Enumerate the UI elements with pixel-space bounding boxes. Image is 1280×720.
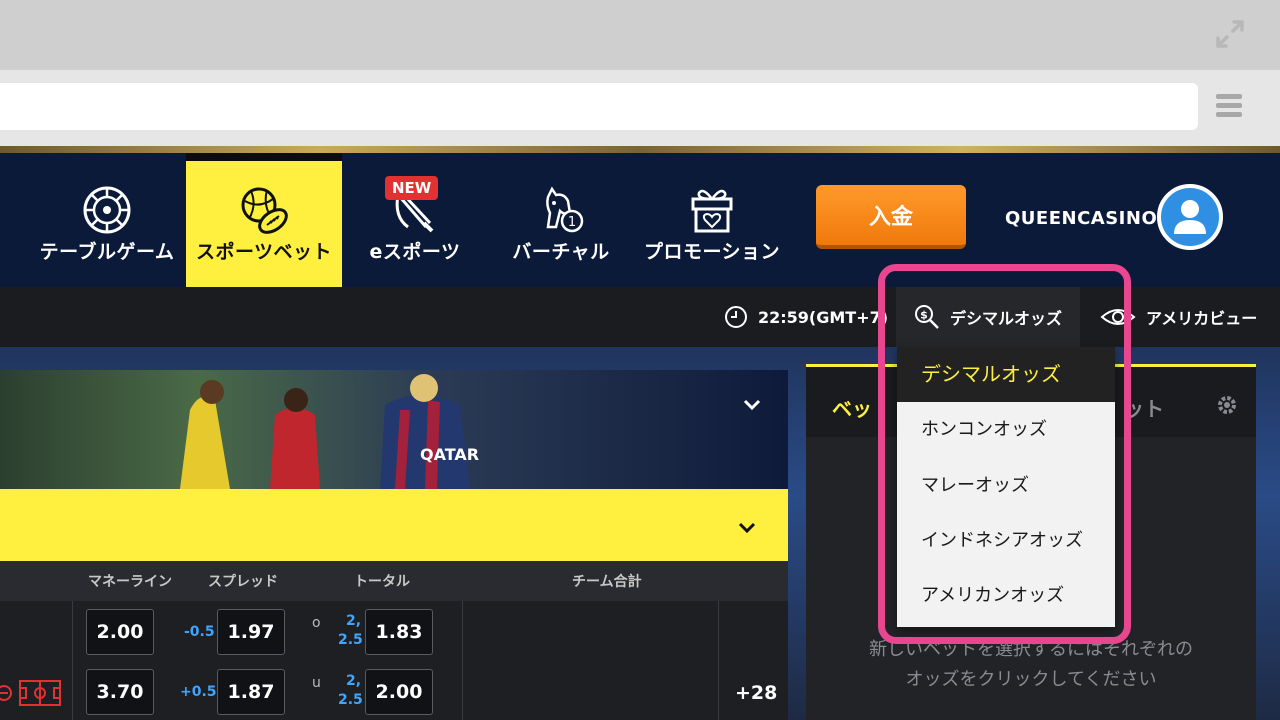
- chevron-down-icon[interactable]: [740, 393, 764, 417]
- view-label: アメリカビュー: [1146, 309, 1258, 328]
- deposit-button[interactable]: 入金: [816, 185, 966, 249]
- football-players-illustration: QATAR: [180, 374, 479, 489]
- browser-titlebar: [0, 0, 1280, 70]
- tab-my-bets[interactable]: ット: [1124, 393, 1164, 422]
- message-line: 新しいベットを選択するにはそれぞれの: [869, 639, 1193, 660]
- hamburger-menu-icon[interactable]: [1216, 94, 1242, 120]
- svg-text:QATAR: QATAR: [420, 445, 479, 464]
- roulette-icon: [83, 186, 131, 234]
- odds-format-dropdown: デシマルオッズ ホンコンオッズ マレーオッズ インドネシアオッズ アメリカンオッ…: [897, 347, 1115, 627]
- col-team-total: チーム合計: [572, 574, 642, 590]
- featured-banner[interactable]: QATAR: [0, 370, 788, 489]
- sports-balls-icon: [241, 187, 288, 234]
- nav-label: スポーツベット: [195, 241, 333, 263]
- avatar-icon[interactable]: [1157, 184, 1223, 250]
- nav-label: テーブルゲーム: [39, 241, 175, 263]
- league-header-bar[interactable]: [0, 489, 788, 561]
- svg-text:$: $: [920, 309, 928, 322]
- spread-odds-button[interactable]: 1.97: [217, 609, 285, 655]
- nav-label: eスポーツ: [369, 241, 461, 263]
- total-line: 2,: [346, 613, 362, 629]
- col-total: トータル: [354, 574, 410, 590]
- new-badge: NEW: [385, 176, 439, 200]
- nav-label: プロモーション: [643, 241, 781, 263]
- total-line: 2.5: [338, 632, 363, 648]
- odds-search-icon: $: [915, 305, 939, 329]
- nav-promotion[interactable]: プロモーション: [634, 153, 790, 287]
- total-line: 2,: [346, 673, 362, 689]
- header-gold-line: [0, 146, 1280, 153]
- eye-icon: [1100, 309, 1136, 325]
- horse-coin-icon: 1: [546, 186, 584, 233]
- under-label: u: [312, 675, 321, 691]
- odds-option-hongkong[interactable]: ホンコンオッズ: [897, 402, 1115, 457]
- spread-line: +0.5: [180, 684, 217, 700]
- expand-icon[interactable]: [1214, 18, 1246, 50]
- column-divider: [72, 601, 73, 720]
- nav-virtual[interactable]: 1 バーチャル: [488, 153, 634, 287]
- current-time: 22:59(GMT+7): [758, 307, 889, 327]
- sub-bar: 22:59(GMT+7) $ デシマルオッズ アメリカビュー: [0, 287, 1280, 347]
- chevron-down-icon[interactable]: [735, 516, 759, 540]
- nav-esports[interactable]: NEW eスポーツ: [342, 153, 488, 287]
- spread-line: -0.5: [184, 624, 215, 640]
- nav-label: バーチャル: [512, 241, 610, 263]
- message-line: オッズをクリックしてください: [905, 669, 1157, 690]
- clock-display: 22:59(GMT+7): [724, 287, 888, 347]
- nav-table-games[interactable]: テーブルゲーム: [28, 153, 186, 287]
- total-odds-button[interactable]: 2.00: [365, 669, 433, 715]
- clock-icon: [725, 306, 747, 328]
- total-odds-button[interactable]: 1.83: [365, 609, 433, 655]
- username[interactable]: QUEENCASINO: [1005, 208, 1157, 229]
- column-divider: [462, 601, 463, 720]
- view-selector[interactable]: アメリカビュー: [1100, 287, 1257, 347]
- moneyline-odds-button[interactable]: 3.70: [86, 669, 154, 715]
- nav-sports-bet[interactable]: スポーツベット: [186, 153, 342, 287]
- column-divider: [718, 601, 719, 720]
- betslip-empty-message: 新しいベットを選択するにはそれぞれの オッズをクリックしてください: [806, 635, 1256, 695]
- svg-text:1: 1: [568, 215, 576, 230]
- spread-odds-button[interactable]: 1.87: [217, 669, 285, 715]
- gift-icon: [691, 189, 733, 233]
- moneyline-odds-button[interactable]: 2.00: [86, 609, 154, 655]
- odds-option-decimal[interactable]: デシマルオッズ: [897, 347, 1115, 402]
- odds-option-american[interactable]: アメリカンオッズ: [897, 568, 1115, 623]
- soccer-field-icon[interactable]: [0, 679, 62, 707]
- address-bar[interactable]: [0, 83, 1198, 130]
- gear-icon[interactable]: [1216, 394, 1238, 416]
- col-spread: スプレッド: [208, 574, 278, 590]
- over-label: o: [312, 615, 321, 631]
- tab-betslip[interactable]: ベッ: [832, 393, 872, 422]
- more-markets-button[interactable]: +28: [735, 682, 777, 704]
- odds-format-label: デシマルオッズ: [950, 309, 1063, 328]
- total-line: 2.5: [338, 692, 363, 708]
- odds-format-selector[interactable]: $ デシマルオッズ: [896, 287, 1081, 347]
- col-moneyline: マネーライン: [88, 574, 172, 590]
- odds-option-malay[interactable]: マレーオッズ: [897, 458, 1115, 513]
- odds-option-indonesian[interactable]: インドネシアオッズ: [897, 513, 1115, 568]
